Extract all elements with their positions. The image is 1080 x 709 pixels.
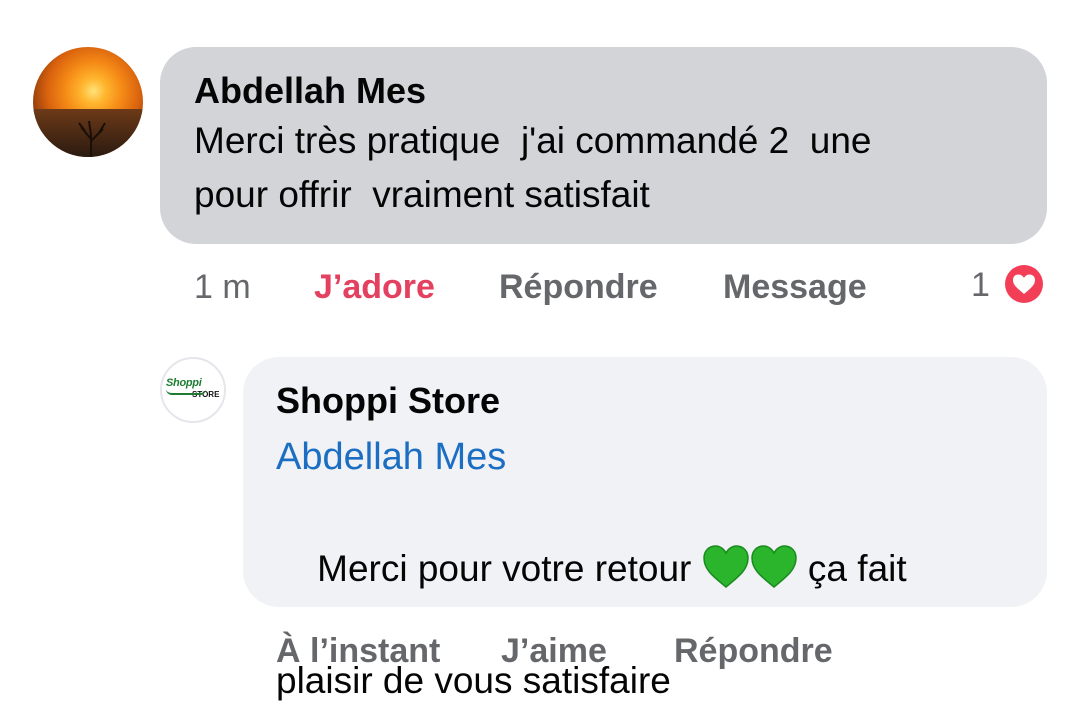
comment-text-line-1: Merci très pratique j'ai commandé 2 une xyxy=(194,120,872,161)
avatar-swoosh xyxy=(166,389,206,395)
avatar-brand: Shoppi xyxy=(166,377,202,389)
commenter-avatar[interactable] xyxy=(33,47,143,157)
green-heart-icon xyxy=(750,545,797,588)
reply-mention[interactable]: Abdellah Mes xyxy=(276,429,1047,485)
reaction-count[interactable]: 1 xyxy=(971,266,990,305)
page-avatar[interactable]: Shoppi STORE xyxy=(160,357,226,423)
reply-author[interactable]: Shoppi Store xyxy=(276,379,1047,423)
reply-like-button[interactable]: J’aime xyxy=(501,632,607,671)
reaction-badge[interactable] xyxy=(1002,262,1046,306)
comment-text-line-2: pour offrir vraiment satisfait xyxy=(194,174,650,215)
reply-text-part-2: ça fait xyxy=(797,548,907,589)
reply-text-line-1: Merci pour votre retour ça fait xyxy=(276,485,1047,653)
reply-text-part-1: Merci pour votre retour xyxy=(317,548,702,589)
reply-reply-button[interactable]: Répondre xyxy=(674,632,833,671)
heart-icon xyxy=(1005,265,1043,303)
tree-silhouette xyxy=(78,120,106,157)
comment-bubble: Abdellah Mes Merci très pratique j'ai co… xyxy=(160,47,1047,244)
green-heart-icon xyxy=(702,545,749,588)
comment-time[interactable]: 1 m xyxy=(194,268,251,307)
comment-author[interactable]: Abdellah Mes xyxy=(194,69,1047,113)
comment-actions: 1 m J’adore Répondre Message 1 xyxy=(0,266,1080,312)
comment-message-button[interactable]: Message xyxy=(723,268,867,307)
comment-reply-button[interactable]: Répondre xyxy=(499,268,658,307)
reply-bubble: Shoppi Store Abdellah Mes Merci pour vot… xyxy=(243,357,1047,701)
reply-time[interactable]: À l’instant xyxy=(276,632,440,671)
comment-reaction-button[interactable]: J’adore xyxy=(314,268,435,307)
reply-actions: À l’instant J’aime Répondre xyxy=(0,632,1080,676)
